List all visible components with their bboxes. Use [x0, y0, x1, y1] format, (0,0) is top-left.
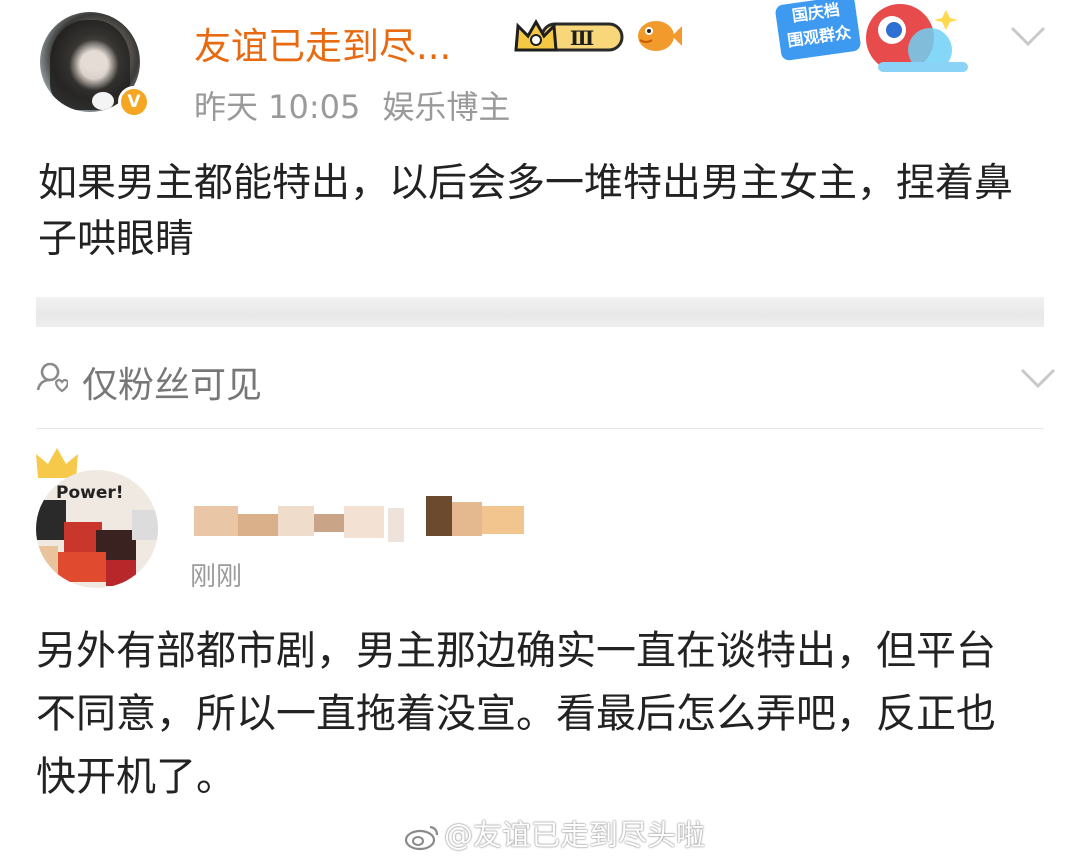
vip-level-badge-icon[interactable]: Ⅲ	[512, 16, 626, 56]
watermark-text: @友谊已走到尽头啦	[444, 818, 706, 852]
divider	[36, 428, 1044, 429]
post-meta: 昨天 10:05 娱乐博主	[194, 82, 510, 128]
content-separator	[36, 297, 1044, 327]
post-timestamp: 昨天 10:05	[194, 88, 361, 126]
visibility-row: 仅粉丝可见	[36, 352, 1056, 412]
reply-body: 另外有部都市剧，男主那边确实一直在谈特出，但平台不同意，所以一直拖着没宣。看最后…	[36, 628, 996, 800]
watermark: @友谊已走到尽头啦	[404, 812, 705, 854]
post-body: 如果男主都能特出，以后会多一堆特出男主女主，捏着鼻子哄眼睛	[38, 161, 1014, 262]
reply-timestamp: 刚刚	[190, 562, 243, 592]
reply-username-blurred[interactable]	[194, 496, 534, 546]
chevron-down-icon[interactable]	[1018, 366, 1058, 390]
visibility-label: 仅粉丝可见	[82, 365, 263, 406]
verified-badge-icon: V	[118, 86, 150, 118]
avatar-flower	[92, 92, 114, 110]
fans-only-icon	[36, 362, 68, 393]
chevron-down-icon[interactable]	[1008, 24, 1048, 48]
level-text: Ⅲ	[570, 26, 594, 50]
avatar-badge-text: Power!	[56, 483, 124, 503]
weibo-logo-icon	[404, 825, 439, 851]
post-source: 娱乐博主	[382, 88, 511, 126]
fish-emblem-icon	[638, 21, 682, 51]
festival-badge[interactable]: 国庆档 围观群众	[770, 0, 996, 80]
author-name[interactable]: 友谊已走到尽...	[194, 16, 451, 70]
